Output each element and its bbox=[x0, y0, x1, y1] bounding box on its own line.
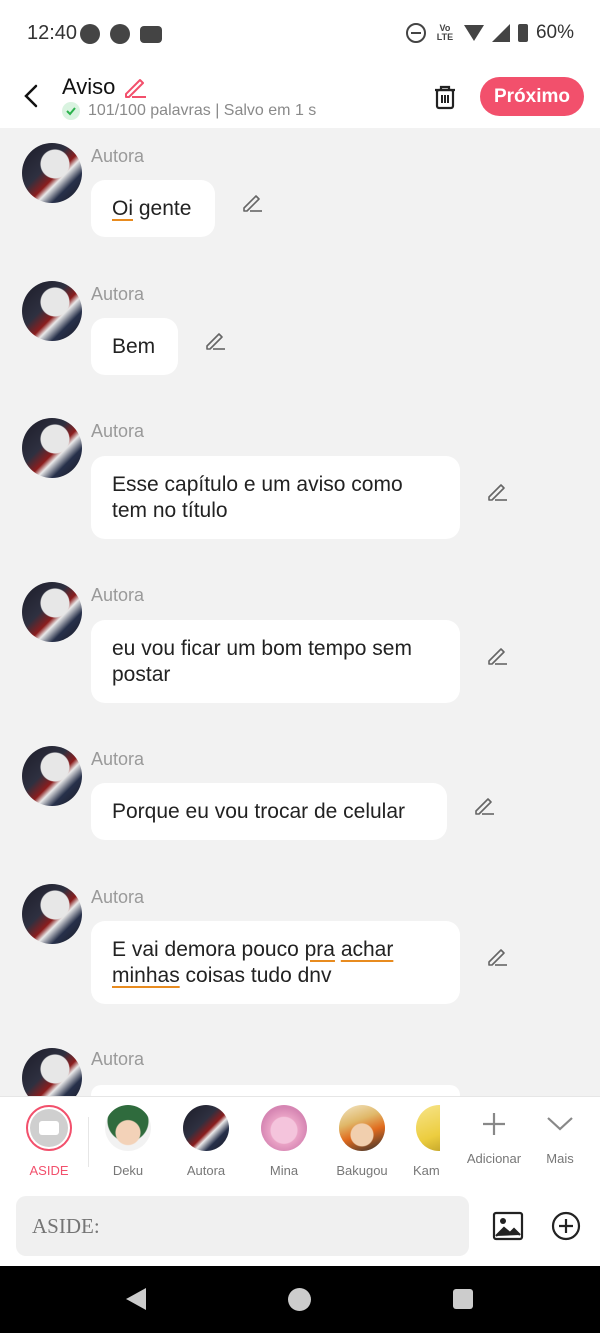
saved-check-icon bbox=[62, 102, 80, 120]
youtube-icon bbox=[140, 26, 162, 43]
edit-message-icon[interactable] bbox=[241, 191, 263, 213]
more-label: Mais bbox=[546, 1151, 574, 1166]
message-author: Autora bbox=[91, 1049, 145, 1069]
avatar[interactable] bbox=[22, 582, 82, 642]
do-not-disturb-icon bbox=[405, 23, 426, 43]
status-time: 12:40 bbox=[27, 22, 78, 44]
avatar bbox=[339, 1105, 385, 1151]
whatsapp-icon bbox=[80, 24, 100, 44]
trash-icon[interactable] bbox=[430, 82, 460, 112]
message-bubble[interactable]: Oi gente bbox=[91, 180, 215, 237]
avatar[interactable] bbox=[22, 418, 82, 478]
character-label: Mina bbox=[269, 1163, 299, 1178]
system-icons: Vo LTE 60% bbox=[405, 22, 574, 44]
battery-icon bbox=[517, 24, 528, 42]
plus-icon bbox=[483, 1113, 505, 1135]
add-label: Adicionar bbox=[466, 1151, 522, 1166]
message-author: Autora bbox=[91, 421, 145, 441]
message-bubble[interactable]: E vai demora pouco pra achar minhas coisa… bbox=[91, 921, 460, 1004]
character-autora[interactable]: Autora bbox=[171, 1105, 241, 1178]
message-text: Porque eu vou trocar de celular bbox=[112, 799, 406, 823]
message-text: eu vou ficar um bom tempo sem postar bbox=[112, 636, 412, 686]
edit-message-icon[interactable] bbox=[486, 644, 508, 666]
message-bubble[interactable]: eu vou ficar um bom tempo sem postar bbox=[91, 620, 460, 703]
edit-message-icon[interactable] bbox=[204, 329, 226, 351]
message-bubble[interactable]: Bem bbox=[91, 318, 178, 375]
message-author: Autora bbox=[91, 146, 145, 166]
message-author: Autora bbox=[91, 585, 145, 605]
next-button[interactable]: Próximo bbox=[480, 77, 584, 116]
image-icon[interactable] bbox=[492, 1210, 524, 1242]
add-circle-icon[interactable] bbox=[550, 1210, 582, 1242]
message-bubble[interactable]: Porque eu vou trocar de celular bbox=[91, 783, 447, 840]
save-status: 101/100 palavras | Salvo em 1 s bbox=[62, 102, 316, 120]
edit-title-icon[interactable] bbox=[122, 74, 148, 100]
message-text: Bem bbox=[112, 334, 156, 358]
character-label: ASIDE bbox=[29, 1163, 69, 1178]
character-label: Autora bbox=[186, 1163, 226, 1178]
edit-message-icon[interactable] bbox=[486, 945, 508, 967]
edit-message-icon[interactable] bbox=[486, 480, 508, 502]
character-mina[interactable]: Mina bbox=[249, 1105, 319, 1178]
volte-icon: Vo LTE bbox=[436, 23, 454, 42]
message-input[interactable] bbox=[16, 1196, 469, 1256]
message-author: Autora bbox=[91, 749, 145, 769]
character-label: Bakugou bbox=[336, 1163, 388, 1178]
avatar bbox=[261, 1105, 307, 1151]
aside-avatar bbox=[26, 1105, 72, 1151]
compose-bar bbox=[0, 1186, 600, 1266]
system-nav-bar bbox=[0, 1266, 600, 1333]
status-bar: 12:40 Vo LTE 60% bbox=[0, 0, 600, 66]
avatar[interactable] bbox=[22, 884, 82, 944]
avatar[interactable] bbox=[22, 143, 82, 203]
back-arrow-icon[interactable] bbox=[18, 82, 46, 110]
character-bakugou[interactable]: Bakugou bbox=[327, 1105, 397, 1178]
character-label: Deku bbox=[112, 1163, 144, 1178]
edit-message-icon[interactable] bbox=[473, 794, 495, 816]
notification-icons bbox=[80, 24, 162, 44]
battery-percent: 60% bbox=[535, 22, 574, 43]
avatar[interactable] bbox=[22, 746, 82, 806]
message-text: E vai demora pouco pra achar minhas coisa… bbox=[112, 937, 394, 987]
character-label: Kam bbox=[413, 1163, 440, 1178]
page-title: Aviso bbox=[62, 74, 116, 99]
chevron-down-icon bbox=[547, 1117, 573, 1131]
character-kam[interactable]: Kam bbox=[392, 1105, 440, 1178]
nav-home-icon[interactable] bbox=[288, 1288, 311, 1311]
message-text: Oi gente bbox=[112, 196, 192, 220]
app-notification-icon bbox=[110, 24, 130, 44]
note-icon bbox=[39, 1121, 59, 1135]
character-deku[interactable]: Deku bbox=[93, 1105, 163, 1178]
avatar bbox=[183, 1105, 229, 1151]
divider bbox=[88, 1117, 89, 1167]
message-bubble[interactable]: Esse capítulo e um aviso como tem no tít… bbox=[91, 456, 460, 539]
message-text: Esse capítulo e um aviso como tem no tít… bbox=[112, 472, 403, 522]
nav-back-icon[interactable] bbox=[126, 1288, 146, 1310]
character-aside[interactable]: ASIDE bbox=[14, 1105, 84, 1178]
message-author: Autora bbox=[91, 887, 145, 907]
avatar bbox=[105, 1105, 151, 1151]
add-character-button[interactable]: Adicionar bbox=[459, 1105, 529, 1166]
cell-signal-icon bbox=[491, 24, 510, 42]
nav-recents-icon[interactable] bbox=[453, 1289, 473, 1309]
more-button[interactable]: Mais bbox=[525, 1105, 595, 1166]
avatar[interactable] bbox=[22, 281, 82, 341]
word-count-status: 101/100 palavras | Salvo em 1 s bbox=[88, 102, 317, 119]
message-author: Autora bbox=[91, 284, 145, 304]
wifi-icon bbox=[463, 25, 484, 41]
editor-header: Aviso 101/100 palavras | Salvo em 1 s Pr… bbox=[0, 66, 600, 128]
avatar bbox=[416, 1105, 440, 1151]
character-bar: ASIDE Deku Autora Mina Bakugou Kam Adici… bbox=[0, 1096, 600, 1187]
